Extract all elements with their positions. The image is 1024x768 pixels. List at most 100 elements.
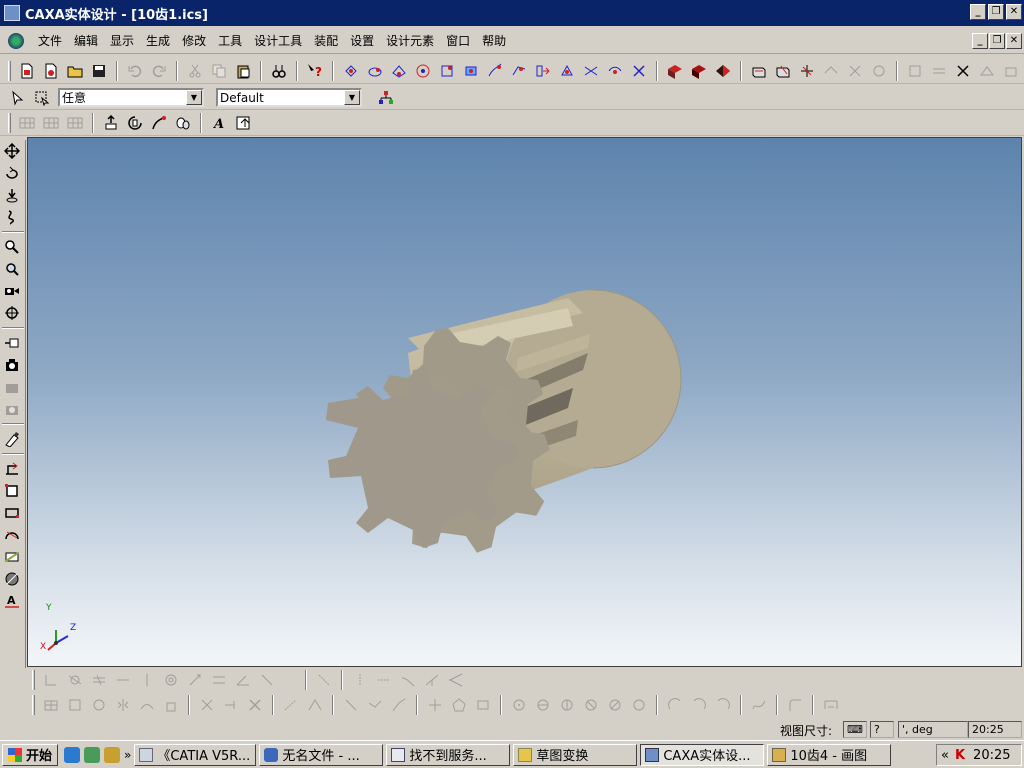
outlook-icon[interactable] xyxy=(84,746,101,763)
dim-angle-icon[interactable] xyxy=(421,669,443,691)
quick-launch-chevron[interactable]: » xyxy=(124,748,131,762)
menu-help[interactable]: 帮助 xyxy=(476,32,512,49)
light-disabled-icon[interactable] xyxy=(1,376,23,398)
doc-restore-button[interactable]: ❐ xyxy=(989,33,1005,49)
menu-settings[interactable]: 设置 xyxy=(344,32,380,49)
save-icon[interactable] xyxy=(88,60,110,82)
sk-square-icon[interactable] xyxy=(64,694,86,716)
caxa-app-icon[interactable] xyxy=(4,5,20,21)
menu-edit[interactable]: 编辑 xyxy=(68,32,104,49)
constraint-icon[interactable] xyxy=(40,669,62,691)
sk-fillet-icon[interactable] xyxy=(280,694,302,716)
insert-tool-icon[interactable] xyxy=(232,112,254,134)
units-field[interactable]: ', deg xyxy=(898,721,968,738)
toolbar-grip[interactable] xyxy=(32,695,35,715)
menu-window[interactable]: 窗口 xyxy=(440,32,476,49)
sk-circle-6-icon[interactable] xyxy=(628,694,650,716)
sk-corner-icon[interactable] xyxy=(784,694,806,716)
undo-icon[interactable] xyxy=(124,60,146,82)
sk-circle-5-icon[interactable] xyxy=(604,694,626,716)
redo-icon[interactable] xyxy=(148,60,170,82)
view-align-icon[interactable] xyxy=(580,60,602,82)
task-paint[interactable]: 10齿4 - 画图 xyxy=(767,743,892,766)
minimize-button[interactable]: _ xyxy=(970,4,986,20)
paint-icon[interactable] xyxy=(1,428,23,450)
tool-feature-icon[interactable] xyxy=(772,60,794,82)
dim-radius-icon[interactable] xyxy=(445,669,467,691)
sk-circle-2-icon[interactable] xyxy=(532,694,554,716)
view-dynamic-icon[interactable] xyxy=(388,60,410,82)
view-look-at-icon[interactable] xyxy=(532,60,554,82)
tray-chevron[interactable]: « xyxy=(941,748,949,763)
sk-polyline-icon[interactable] xyxy=(364,694,386,716)
start-button[interactable]: 开始 xyxy=(2,743,59,766)
sk-arc-1-icon[interactable] xyxy=(664,694,686,716)
toolbar-grip[interactable] xyxy=(8,60,11,81)
zoom-region-icon[interactable] xyxy=(1,258,23,280)
sketch-text-icon[interactable]: A xyxy=(1,590,23,612)
close-button[interactable]: ✕ xyxy=(1006,4,1022,20)
vertical-icon[interactable] xyxy=(136,669,158,691)
sk-tangent-line-icon[interactable] xyxy=(388,694,410,716)
view-zoom-icon[interactable] xyxy=(460,60,482,82)
menu-generate[interactable]: 生成 xyxy=(140,32,176,49)
menu-file[interactable]: 文件 xyxy=(32,32,68,49)
text-tool-icon[interactable]: A xyxy=(208,112,230,134)
menu-display[interactable]: 显示 xyxy=(104,32,140,49)
sketch-line-icon[interactable] xyxy=(1,458,23,480)
tool-disabled-3-icon[interactable] xyxy=(868,60,890,82)
camera-disabled-icon[interactable] xyxy=(1,398,23,420)
desktop-icon[interactable] xyxy=(104,746,121,763)
menu-design-elements[interactable]: 设计元素 xyxy=(380,32,440,49)
grid-2-icon[interactable] xyxy=(40,112,62,134)
task-sketch-transform[interactable]: 草图变换 xyxy=(513,743,638,766)
menu-modify[interactable]: 修改 xyxy=(176,32,212,49)
select-box-icon[interactable] xyxy=(31,87,53,109)
task-caxa[interactable]: CAXA实体设... xyxy=(640,743,765,766)
copy-icon[interactable] xyxy=(208,60,230,82)
slash-icon[interactable] xyxy=(256,669,278,691)
rotate-icon[interactable] xyxy=(1,162,23,184)
sk-offset-icon[interactable] xyxy=(136,694,158,716)
chevron-down-icon[interactable]: ▼ xyxy=(186,90,202,105)
revolve-sketch-icon[interactable] xyxy=(124,112,146,134)
view-walk-icon[interactable] xyxy=(484,60,506,82)
sk-circle-4-icon[interactable] xyxy=(580,694,602,716)
sk-box-icon[interactable] xyxy=(472,694,494,716)
tool-disabled-2-icon[interactable] xyxy=(844,60,866,82)
fix-icon[interactable] xyxy=(184,669,206,691)
sk-circle-1-icon[interactable] xyxy=(508,694,530,716)
new-file-icon[interactable] xyxy=(16,60,38,82)
cut-icon[interactable] xyxy=(184,60,206,82)
render-realistic-icon[interactable] xyxy=(712,60,734,82)
sweep-sketch-icon[interactable] xyxy=(148,112,170,134)
view-rotate-icon[interactable] xyxy=(340,60,362,82)
tool-disabled-4-icon[interactable] xyxy=(904,60,926,82)
line-diag-icon[interactable] xyxy=(313,669,335,691)
view-point-icon[interactable] xyxy=(1,332,23,354)
equal-icon[interactable] xyxy=(208,669,230,691)
tangent-icon[interactable] xyxy=(64,669,86,691)
sk-rotate-icon[interactable] xyxy=(88,694,110,716)
open-folder-icon[interactable] xyxy=(64,60,86,82)
sk-mirror-icon[interactable] xyxy=(112,694,134,716)
task-service[interactable]: 找不到服务... xyxy=(386,743,511,766)
view-pan-icon[interactable] xyxy=(364,60,386,82)
toolbar-grip[interactable] xyxy=(8,112,11,133)
move-icon[interactable] xyxy=(1,140,23,162)
view-point-icon[interactable] xyxy=(556,60,578,82)
sk-dimension-icon[interactable] xyxy=(820,694,842,716)
gear-model[interactable]: Y Z X xyxy=(28,138,1022,667)
render-style-icon[interactable] xyxy=(664,60,686,82)
sk-trim-icon[interactable] xyxy=(244,694,266,716)
sk-arc-2-icon[interactable] xyxy=(688,694,710,716)
document-icon[interactable] xyxy=(8,32,24,49)
fly-icon[interactable] xyxy=(1,206,23,228)
style-select[interactable]: Default ▼ xyxy=(216,88,362,107)
sketch-arc-icon[interactable] xyxy=(1,524,23,546)
render-shaded-icon[interactable] xyxy=(688,60,710,82)
sk-hand-icon[interactable] xyxy=(160,694,182,716)
sketch-circle-icon[interactable] xyxy=(1,568,23,590)
view-angle-icon[interactable] xyxy=(604,60,626,82)
keyboard-icon[interactable]: ⌨ xyxy=(843,721,867,738)
